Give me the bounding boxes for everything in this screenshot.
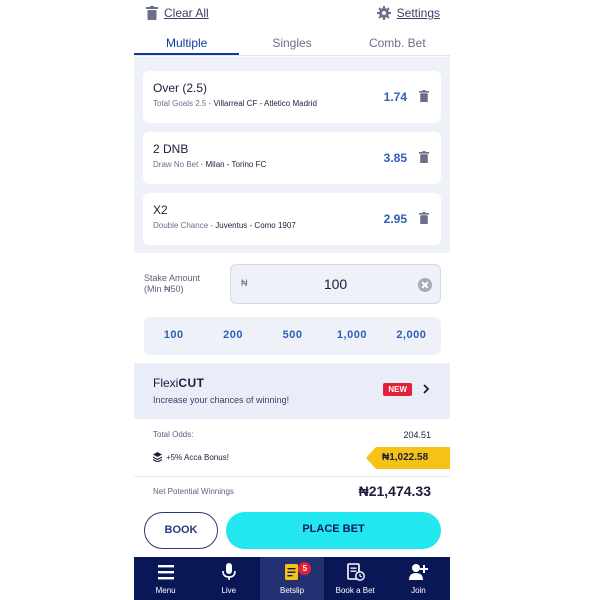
total-odds-label: Total Odds: (153, 430, 194, 439)
stake-input[interactable]: ₦ 100 (230, 264, 441, 304)
flexicut-logo-prefix: Flexi (153, 376, 179, 390)
acca-bonus-value: ₦1,022.58 (382, 452, 429, 463)
flexicut-logo: FlexiCUT (153, 376, 205, 390)
bet-odds: 1.74 (383, 90, 407, 104)
menu-icon (157, 565, 174, 580)
quick-stake-500[interactable]: 500 (263, 317, 322, 355)
settings-label: Settings (396, 6, 440, 20)
bet-odds: 2.95 (383, 212, 407, 226)
clear-all-label: Clear All (164, 6, 209, 20)
bet-type-tabs: Multiple Singles Comb. Bet (134, 30, 450, 56)
potential-winnings-value: ₦21,474.33 (358, 483, 431, 499)
remove-bet-icon[interactable] (419, 151, 429, 163)
new-badge: NEW (383, 383, 412, 396)
potential-winnings-label: Net Potential Winnings (153, 487, 234, 496)
clear-stake-icon[interactable] (418, 278, 432, 292)
quick-stake-1000[interactable]: 1,000 (322, 317, 381, 355)
bet-match: Villarreal CF - Atletico Madrid (213, 99, 317, 108)
bet-market-name: Total Goals 2.5 - (153, 99, 212, 108)
divider (134, 476, 450, 477)
settings-button[interactable]: Settings (376, 6, 440, 20)
acca-bonus: +5% Acca Bonus! (153, 452, 229, 462)
betslip-count-badge: 5 (298, 562, 312, 575)
nav-label: Betslip (280, 586, 305, 595)
tab-multiple[interactable]: Multiple (134, 30, 240, 55)
stake-label-title: Stake Amount (144, 273, 201, 283)
acca-bonus-label: +5% Acca Bonus! (166, 452, 229, 462)
add-user-icon (409, 564, 429, 580)
bet-market: Double Chance - Juventus - Como 1907 (153, 221, 296, 230)
bet-card: X2 Double Chance - Juventus - Como 1907 … (143, 193, 441, 245)
nav-item-betslip[interactable]: 5 Betslip (260, 557, 324, 600)
bet-market-name: Draw No Bet - (153, 160, 204, 169)
remove-bet-icon[interactable] (419, 212, 429, 224)
bet-totals: Total Odds: 204.51 +5% Acca Bonus! ₦1,02… (134, 419, 450, 509)
chevron-right-icon (423, 384, 430, 394)
bet-market: Total Goals 2.5 - Villarreal CF - Atleti… (153, 99, 317, 108)
bet-selection-list: Over (2.5) Total Goals 2.5 - Villarreal … (134, 57, 450, 253)
tab-comb-bet[interactable]: Comb. Bet (345, 30, 450, 55)
bet-market: Draw No Bet - Milan - Torino FC (153, 160, 266, 169)
bet-selection: Over (2.5) (153, 81, 208, 95)
book-bet-icon (347, 563, 366, 581)
book-button[interactable]: BOOK (144, 512, 218, 549)
remove-bet-icon[interactable] (419, 90, 429, 102)
clear-all-button[interactable]: Clear All (146, 6, 209, 20)
stake-panel: Stake Amount (Min ₦50) ₦ 100 100 200 500… (134, 253, 450, 363)
acca-bonus-value-tag: ₦1,022.58 (366, 447, 450, 469)
nav-label: Join (411, 586, 426, 595)
bet-selection: 2 DNB (153, 142, 189, 156)
nav-item-live[interactable]: Live (197, 557, 260, 600)
flexicut-logo-suffix: CUT (178, 376, 205, 390)
bet-card: Over (2.5) Total Goals 2.5 - Villarreal … (143, 71, 441, 123)
nav-label: Book a Bet (335, 586, 375, 595)
stake-label: Stake Amount (Min ₦50) (144, 273, 200, 295)
trash-icon (146, 6, 158, 20)
flexicut-description: Increase your chances of winning! (153, 395, 290, 405)
nav-label: Live (221, 586, 237, 595)
bet-match: Juventus - Como 1907 (215, 221, 296, 230)
nav-item-book-a-bet[interactable]: Book a Bet (324, 557, 387, 600)
stake-value: 100 (323, 276, 348, 292)
quick-stake-100[interactable]: 100 (144, 317, 203, 355)
quick-stake-2000[interactable]: 2,000 (382, 317, 441, 355)
stack-icon (153, 452, 162, 462)
bet-card: 2 DNB Draw No Bet - Milan - Torino FC 3.… (143, 132, 441, 184)
bet-market-name: Double Chance - (153, 221, 214, 230)
flexicut-banner[interactable]: FlexiCUT Increase your chances of winnin… (134, 363, 450, 419)
nav-item-menu[interactable]: Menu (134, 557, 197, 600)
bet-match: Milan - Torino FC (205, 160, 267, 169)
place-bet-button[interactable]: PLACE BET (226, 512, 441, 549)
gear-icon (376, 6, 391, 20)
betslip-header: Clear All Settings (134, 0, 450, 30)
bottom-nav: Menu Live 5 Betslip Book a Bet Join (134, 557, 450, 600)
betslip-app: Clear All Settings Multiple Singles Comb… (134, 0, 450, 600)
nav-label: Menu (155, 586, 176, 595)
microphone-icon (221, 563, 236, 580)
bet-odds: 3.85 (383, 151, 407, 165)
quick-stake-options: 100 200 500 1,000 2,000 (144, 317, 441, 355)
stake-label-min: (Min ₦50) (144, 284, 184, 294)
bet-selection: X2 (153, 203, 168, 217)
nav-item-join[interactable]: Join (387, 557, 450, 600)
total-odds-value: 204.51 (403, 430, 431, 440)
tab-singles[interactable]: Singles (239, 30, 344, 55)
quick-stake-200[interactable]: 200 (203, 317, 262, 355)
